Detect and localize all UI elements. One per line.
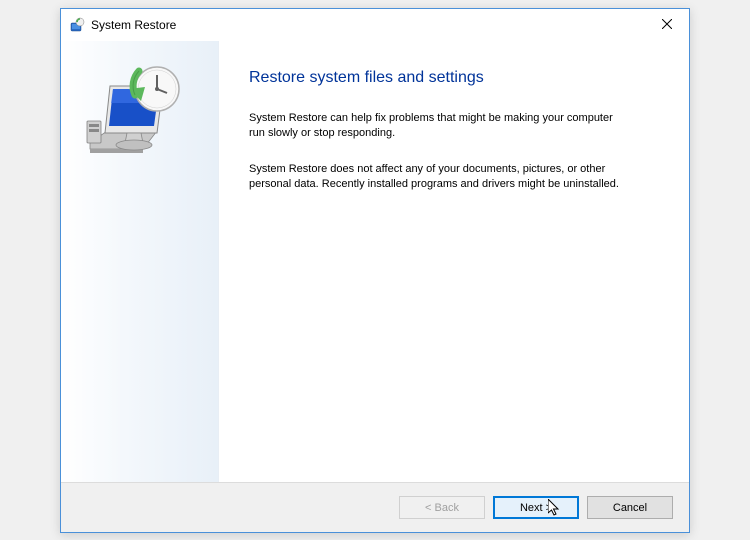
system-restore-window: System Restore [60, 8, 690, 533]
restore-graphic-icon [85, 61, 195, 171]
wizard-content: Restore system files and settings System… [219, 41, 689, 482]
next-button[interactable]: Next > [493, 496, 579, 519]
page-heading: Restore system files and settings [249, 69, 659, 87]
wizard-body: Restore system files and settings System… [61, 41, 689, 482]
cancel-button[interactable]: Cancel [587, 496, 673, 519]
description-paragraph-2: System Restore does not affect any of yo… [249, 162, 629, 193]
description-paragraph-1: System Restore can help fix problems tha… [249, 111, 629, 142]
wizard-footer: < Back Next > Cancel [61, 482, 689, 532]
titlebar: System Restore [61, 9, 689, 41]
wizard-sidebar [61, 41, 219, 482]
close-button[interactable] [644, 9, 689, 39]
system-restore-icon [69, 17, 85, 33]
back-button: < Back [399, 496, 485, 519]
window-title: System Restore [91, 18, 176, 32]
